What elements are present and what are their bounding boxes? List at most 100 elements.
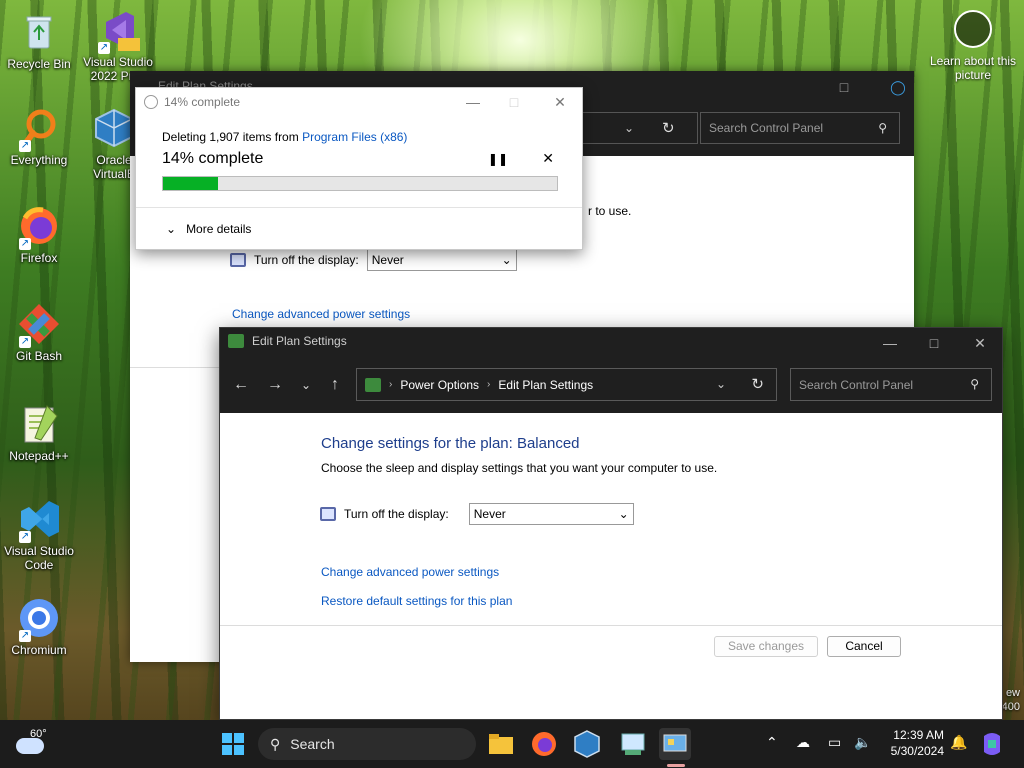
system-info-icon[interactable] xyxy=(617,728,649,760)
desktop-icon-label: Everything xyxy=(10,153,68,167)
close-icon[interactable]: ✕ xyxy=(548,92,572,112)
taskbar-search-label: Search xyxy=(290,736,335,752)
maximize-button[interactable]: □ xyxy=(916,332,952,354)
cancel-button[interactable]: Cancel xyxy=(827,636,901,657)
search-placeholder: Search Control Panel xyxy=(799,378,914,392)
clock-date: 5/30/2024 xyxy=(890,744,944,758)
breadcrumb-separator-icon: › xyxy=(487,379,491,390)
weather-cloud-icon xyxy=(16,738,44,754)
taskbar-search[interactable]: ⚲ Search xyxy=(258,728,476,760)
maximize-icon[interactable]: □ xyxy=(502,92,526,112)
bg-display-value: Never xyxy=(371,253,404,267)
notepadpp-icon xyxy=(17,402,61,446)
shortcut-arrow-icon: ↗ xyxy=(19,336,31,348)
desktop-icon-git-bash[interactable]: ↗ Git Bash xyxy=(1,302,77,363)
control-panel-icon[interactable] xyxy=(659,728,691,760)
minimize-button[interactable]: — xyxy=(872,332,908,354)
dialog-title: 14% complete xyxy=(164,95,241,109)
firefox-icon[interactable] xyxy=(528,728,560,760)
everything-search-icon: ↗ xyxy=(17,106,61,152)
power-options-icon xyxy=(228,334,244,348)
pause-icon[interactable]: ❚❚ xyxy=(488,152,508,166)
bg-advanced-link[interactable]: Change advanced power settings xyxy=(232,307,410,321)
breadcrumb-power-options[interactable]: Power Options xyxy=(400,378,479,392)
desktop-icon-label: Git Bash xyxy=(15,349,63,363)
chevron-down-icon: ⌄ xyxy=(166,222,177,236)
desktop-icon-label: Chromium xyxy=(11,643,67,657)
corner-text-1: ew xyxy=(1005,687,1020,699)
recent-locations-chevron-icon[interactable]: ⌄ xyxy=(293,372,319,398)
desktop-icon-firefox[interactable]: ↗ Firefox xyxy=(1,204,77,265)
vscode-icon: ↗ xyxy=(17,497,61,543)
page-title: Change settings for the plan: Balanced xyxy=(321,435,580,452)
notification-bell-icon[interactable]: 🔔 xyxy=(950,734,967,751)
page-subtitle: Choose the sleep and display settings th… xyxy=(321,461,718,475)
refresh-icon[interactable]: ↻ xyxy=(662,119,675,137)
up-arrow-icon[interactable]: ↑ xyxy=(322,372,348,398)
bg-display-label: Turn off the display: xyxy=(254,253,359,267)
dialog-titlebar: 14% complete — □ ✕ xyxy=(136,88,582,116)
edit-plan-window[interactable]: Edit Plan Settings — □ ✕ ← → ⌄ ↑ › Power… xyxy=(219,327,1003,720)
cortana-icon[interactable]: ◯ xyxy=(888,77,908,97)
copilot-icon[interactable] xyxy=(978,730,1006,758)
desktop-icon-vscode[interactable]: ↗ Visual Studio Code xyxy=(1,497,77,572)
more-details-toggle[interactable]: ⌄ More details xyxy=(166,222,251,236)
deleting-location-link[interactable]: Program Files (x86) xyxy=(302,130,407,144)
bg-display-row: Turn off the display: Never ⌄ xyxy=(230,249,517,271)
refresh-icon[interactable]: ↻ xyxy=(751,375,764,393)
desktop-icon-everything[interactable]: ↗ Everything xyxy=(1,106,77,167)
display-timeout-value: Never xyxy=(473,507,506,521)
visual-studio-icon: ↗ xyxy=(96,8,140,54)
start-icon[interactable] xyxy=(217,728,249,760)
maximize-icon[interactable]: □ xyxy=(834,77,854,97)
advanced-power-settings-link[interactable]: Change advanced power settings xyxy=(321,565,499,579)
breadcrumb-edit-plan-settings[interactable]: Edit Plan Settings xyxy=(498,378,593,392)
search-input[interactable]: Search Control Panel ⚲ xyxy=(790,368,992,401)
desktop-icon-label: Visual Studio Code xyxy=(4,544,74,572)
onedrive-icon[interactable]: ☁ xyxy=(796,734,810,751)
address-bar[interactable]: › Power Options › Edit Plan Settings ⌄ ↻ xyxy=(356,368,777,401)
window-title: Edit Plan Settings xyxy=(252,334,347,348)
file-explorer-icon[interactable] xyxy=(485,728,517,760)
active-app-indicator xyxy=(667,764,685,767)
progress-fill xyxy=(163,177,219,190)
display-timeout-select[interactable]: Never ⌄ xyxy=(468,503,634,525)
clock-time: 12:39 AM xyxy=(893,728,944,742)
network-icon[interactable]: ▭ xyxy=(828,734,841,751)
forward-arrow-icon[interactable]: → xyxy=(262,372,288,398)
deleting-prefix: Deleting 1,907 items from xyxy=(162,130,303,144)
minimize-icon[interactable]: — xyxy=(461,92,485,112)
chevron-down-icon: ⌄ xyxy=(618,507,629,521)
system-clock[interactable]: 12:39 AM 5/30/2024 xyxy=(880,727,944,759)
virtualbox-icon[interactable] xyxy=(571,728,603,760)
chevron-down-icon[interactable]: ⌄ xyxy=(624,121,634,135)
chevron-down-icon: ⌄ xyxy=(501,253,512,267)
camera-icon xyxy=(954,10,992,48)
shortcut-arrow-icon: ↗ xyxy=(19,531,31,543)
cancel-icon[interactable]: ✕ xyxy=(542,150,554,167)
monitor-icon xyxy=(320,507,336,521)
delete-progress-dialog[interactable]: 14% complete — □ ✕ Deleting 1,907 items … xyxy=(135,87,583,250)
volume-muted-icon[interactable]: 🔈 xyxy=(854,734,871,751)
git-bash-icon: ↗ xyxy=(17,302,61,348)
desktop-icon-notepadpp[interactable]: Notepad++ xyxy=(1,402,77,463)
bg-search-input[interactable]: Search Control Panel ⚲ xyxy=(700,112,900,144)
bg-address-bar[interactable]: ⌄ ↻ xyxy=(580,112,698,144)
shortcut-arrow-icon: ↗ xyxy=(98,42,110,54)
save-changes-button[interactable]: Save changes xyxy=(714,636,818,657)
learn-about-picture[interactable]: Learn about this picture xyxy=(928,10,1018,82)
bg-display-select[interactable]: Never ⌄ xyxy=(366,249,517,271)
weather-temperature: 60° xyxy=(30,728,47,740)
corner-text-2: 400 xyxy=(1001,701,1020,713)
dialog-separator xyxy=(136,207,582,208)
close-button[interactable]: ✕ xyxy=(962,332,998,354)
address-dropdown-icon[interactable]: ⌄ xyxy=(716,377,726,391)
desktop-icon-chromium[interactable]: ↗ Chromium xyxy=(1,596,77,657)
search-icon: ⚲ xyxy=(878,121,887,135)
chevron-up-icon[interactable]: ⌃ xyxy=(766,734,778,751)
desktop-icon-recycle-bin[interactable]: Recycle Bin xyxy=(1,10,77,71)
back-arrow-icon[interactable]: ← xyxy=(228,372,254,398)
restore-defaults-link[interactable]: Restore default settings for this plan xyxy=(321,594,512,608)
breadcrumb-separator-icon: › xyxy=(389,379,393,390)
search-icon: ⚲ xyxy=(970,377,979,391)
